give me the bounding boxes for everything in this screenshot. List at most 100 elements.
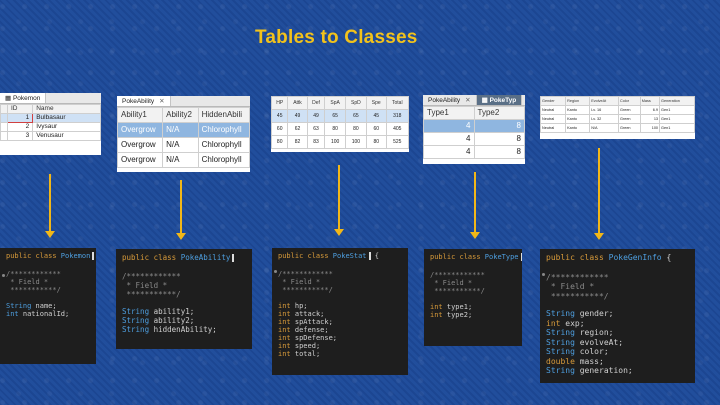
row-selector[interactable] xyxy=(0,122,8,132)
table-cell[interactable]: Overgrow xyxy=(117,152,164,168)
table-row[interactable]: 1 Bulbasaur xyxy=(0,113,101,123)
table-cell[interactable]: 83 xyxy=(306,135,326,149)
table-cell[interactable]: 318 xyxy=(385,109,409,123)
table-cell[interactable]: Bulbasaur xyxy=(32,113,101,123)
tab-pokeability[interactable]: PokeAbility ✕ xyxy=(117,96,171,106)
table-cell[interactable]: Chlorophyll xyxy=(197,137,250,153)
table-cell[interactable]: 80 xyxy=(344,122,367,136)
pokestat-class-code[interactable]: public class PokeStat { /************ * … xyxy=(272,248,408,375)
table-cell[interactable]: 13 xyxy=(639,114,661,124)
pokemon-class-code[interactable]: public class Pokemon /************ * Fie… xyxy=(0,248,96,364)
table-cell[interactable]: 65 xyxy=(324,109,346,123)
table-cell[interactable]: Lv. 32 xyxy=(589,114,619,124)
tab-poketype[interactable]: ▦ PokeTyp xyxy=(476,95,523,105)
table-cell[interactable]: 6.9 xyxy=(639,105,661,115)
table-row[interactable]: Neutral Kanto Lv. 32 Green 13 Gen1 xyxy=(540,114,695,124)
fold-marker-icon[interactable] xyxy=(274,270,277,273)
column-header[interactable]: Color xyxy=(617,96,641,106)
table-cell[interactable]: Venusaur xyxy=(32,131,101,141)
table-cell[interactable]: N/A xyxy=(162,122,199,138)
table-cell[interactable]: Green xyxy=(617,114,641,124)
table-cell[interactable]: 100 xyxy=(344,135,367,149)
column-header[interactable]: Spe xyxy=(365,96,387,110)
table-cell[interactable]: 100 xyxy=(324,135,346,149)
table-cell[interactable]: 45 xyxy=(365,109,387,123)
table-cell[interactable]: Kanto xyxy=(565,105,591,115)
column-header[interactable]: Name xyxy=(32,104,101,114)
table-cell[interactable]: Neutral xyxy=(540,114,567,124)
table-row[interactable]: Overgrow N/A Chlorophyll xyxy=(117,152,250,168)
table-cell[interactable]: Green xyxy=(617,123,641,133)
table-row[interactable]: 2 Ivysaur xyxy=(0,122,101,132)
fold-marker-icon[interactable] xyxy=(542,273,545,276)
table-row[interactable]: 4 8 xyxy=(423,132,525,146)
table-cell[interactable]: Gen1 xyxy=(659,105,695,115)
table-cell[interactable]: 63 xyxy=(306,122,326,136)
table-cell[interactable]: Green xyxy=(617,105,641,115)
table-cell[interactable]: 60 xyxy=(271,122,289,136)
column-header[interactable]: ID xyxy=(6,104,34,114)
table-row[interactable]: Overgrow N/A Chlorophyll xyxy=(117,137,250,153)
table-row[interactable]: Overgrow N/A Chlorophyll xyxy=(117,122,250,138)
table-cell[interactable]: 3 xyxy=(6,131,34,141)
table-cell[interactable]: Kanto xyxy=(565,114,591,124)
column-header[interactable]: Ability2 xyxy=(162,107,199,123)
fold-marker-icon[interactable] xyxy=(2,274,5,277)
table-cell[interactable]: Neutral xyxy=(540,105,567,115)
poketype-class-code[interactable]: public class PokeType { /************ * … xyxy=(424,249,522,346)
table-cell[interactable]: Lv. 16 xyxy=(589,105,619,115)
table-cell[interactable]: 1 xyxy=(6,113,34,123)
table-cell[interactable]: 80 xyxy=(324,122,346,136)
table-cell[interactable]: N/A xyxy=(589,123,619,133)
table-cell[interactable]: 65 xyxy=(344,109,367,123)
table-cell[interactable]: N/A xyxy=(162,137,199,153)
column-header[interactable]: SpA xyxy=(324,96,346,110)
table-row[interactable]: 4 8 xyxy=(423,145,525,159)
table-row[interactable]: 60 62 63 80 80 60 405 xyxy=(271,122,409,136)
table-cell[interactable]: 8 xyxy=(473,145,525,159)
table-cell[interactable]: Neutral xyxy=(540,123,567,133)
table-cell[interactable]: 80 xyxy=(271,135,289,149)
table-cell[interactable]: Overgrow xyxy=(117,137,164,153)
table-cell[interactable]: 82 xyxy=(287,135,308,149)
column-header[interactable]: Attk xyxy=(287,96,308,110)
column-header[interactable]: Type1 xyxy=(423,106,475,120)
table-row[interactable]: Neutral Kanto Lv. 16 Green 6.9 Gen1 xyxy=(540,105,695,115)
table-cell[interactable]: Overgrow xyxy=(117,122,164,138)
tab-pokemon[interactable]: ▦ Pokemon xyxy=(0,93,47,103)
table-cell[interactable]: 49 xyxy=(287,109,308,123)
table-row[interactable]: 45 49 49 65 65 45 318 xyxy=(271,109,409,123)
column-header[interactable]: Total xyxy=(385,96,409,110)
tab-pokeability[interactable]: PokeAbility ✕ xyxy=(423,95,477,105)
table-cell[interactable]: N/A xyxy=(162,152,199,168)
table-cell[interactable]: Chlorophyll xyxy=(197,152,250,168)
column-header[interactable]: Gender xyxy=(540,96,567,106)
column-header[interactable]: HiddenAbili xyxy=(197,107,250,123)
column-header[interactable]: HP xyxy=(271,96,289,110)
table-cell[interactable]: 62 xyxy=(287,122,308,136)
column-header[interactable]: Generation xyxy=(659,96,695,106)
table-cell[interactable]: 80 xyxy=(365,135,387,149)
column-header[interactable]: Def xyxy=(306,96,326,110)
table-cell[interactable]: 60 xyxy=(365,122,387,136)
close-icon[interactable]: ✕ xyxy=(465,97,470,104)
row-selector[interactable] xyxy=(0,113,8,123)
table-cell[interactable]: 525 xyxy=(385,135,409,149)
table-cell[interactable]: 4 xyxy=(423,145,475,159)
table-cell[interactable]: Gen1 xyxy=(659,123,695,133)
table-cell[interactable]: 49 xyxy=(306,109,326,123)
table-cell[interactable]: 45 xyxy=(271,109,289,123)
table-cell[interactable]: 405 xyxy=(385,122,409,136)
table-cell[interactable]: Ivysaur xyxy=(32,122,101,132)
column-header[interactable]: Ability1 xyxy=(117,107,164,123)
table-cell[interactable]: Gen1 xyxy=(659,114,695,124)
table-cell[interactable]: 4 xyxy=(423,119,475,133)
table-row[interactable]: Neutral Kanto N/A Green 100 Gen1 xyxy=(540,123,695,133)
close-icon[interactable]: ✕ xyxy=(159,98,164,105)
table-row[interactable]: 4 8 xyxy=(423,119,525,133)
table-cell[interactable]: 100 xyxy=(639,123,661,133)
table-cell[interactable]: 8 xyxy=(473,119,525,133)
row-selector[interactable] xyxy=(0,131,8,141)
column-header[interactable]: Mass xyxy=(639,96,661,106)
table-cell[interactable]: Chlorophyll xyxy=(197,122,250,138)
